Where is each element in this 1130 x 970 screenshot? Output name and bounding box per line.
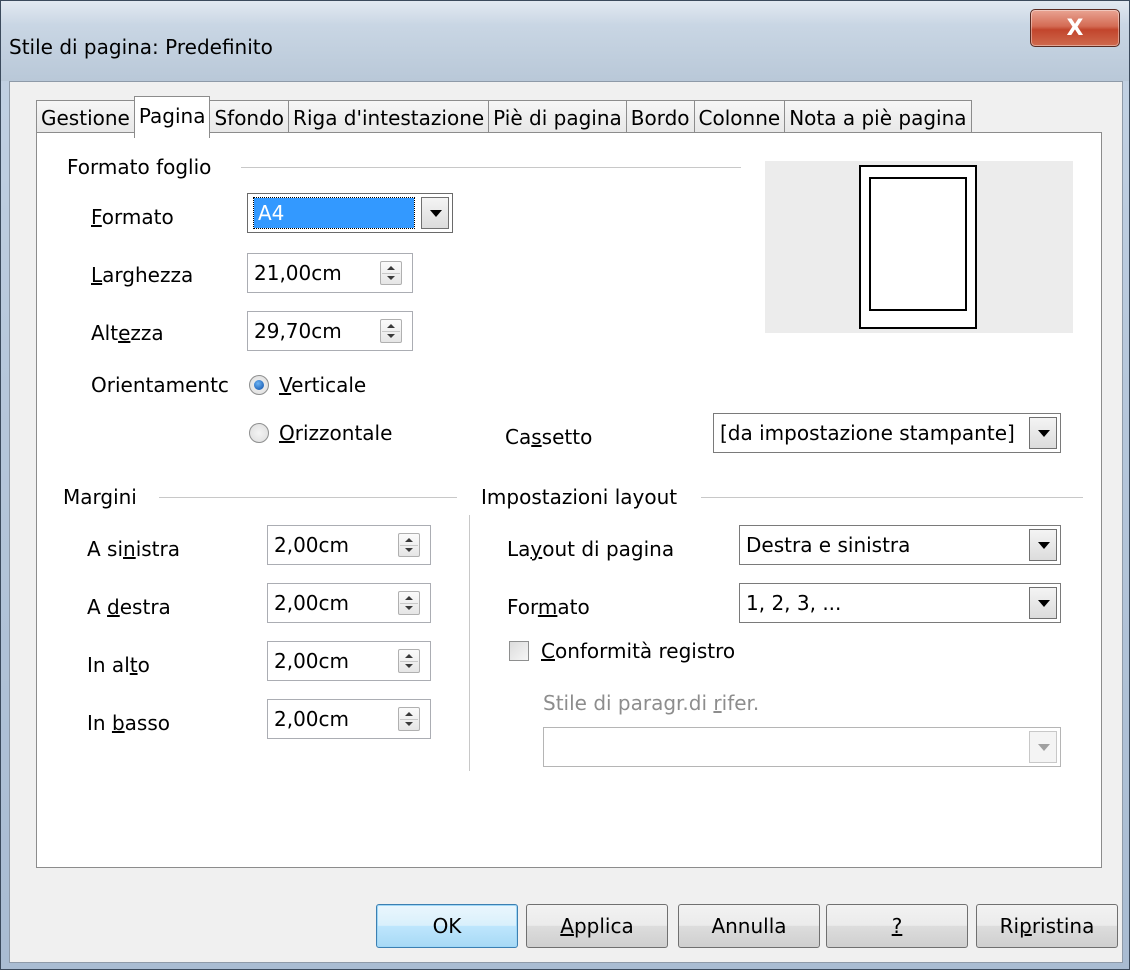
height-value: 29,70cm xyxy=(254,319,342,343)
register-true-label[interactable]: Conformità registro xyxy=(541,639,735,663)
orientation-label: Orientamentc xyxy=(91,373,229,397)
page-layout-select[interactable]: Destra e sinistra xyxy=(739,525,1061,565)
page-layout-label: Layout di pagina xyxy=(507,537,675,561)
width-label: Larghezza xyxy=(91,263,194,287)
tab-riga-intestazione[interactable]: Riga d'intestazione xyxy=(288,100,490,136)
height-spinner[interactable] xyxy=(380,319,402,343)
help-button[interactable]: ? xyxy=(826,904,968,948)
reset-button[interactable]: Ripristina xyxy=(976,904,1118,948)
group-divider xyxy=(701,497,1083,498)
chevron-down-icon[interactable] xyxy=(1029,587,1057,619)
tray-select[interactable]: [da impostazione stampante] xyxy=(713,413,1061,453)
height-label: Altezza xyxy=(91,321,164,345)
numbering-format-select[interactable]: 1, 2, 3, ... xyxy=(739,583,1061,623)
group-divider xyxy=(241,167,741,168)
chevron-down-icon[interactable] xyxy=(1029,731,1057,763)
margin-left-spinner[interactable] xyxy=(398,533,420,557)
dialog-window: Stile di pagina: Predefinito X Gestione … xyxy=(0,0,1130,970)
register-true-checkbox[interactable] xyxy=(509,641,529,661)
tab-page-pagina: Formato foglio Formato A4 Larghezza 21,0… xyxy=(36,132,1102,868)
tab-gestione[interactable]: Gestione xyxy=(36,100,135,136)
chevron-down-icon[interactable] xyxy=(421,197,449,229)
title-bar[interactable]: Stile di pagina: Predefinito X xyxy=(1,1,1129,81)
width-field[interactable]: 21,00cm xyxy=(247,253,413,293)
layout-group-label: Impostazioni layout xyxy=(481,485,678,509)
reference-style-select[interactable] xyxy=(543,727,1061,767)
margin-top-value: 2,00cm xyxy=(274,649,350,673)
portrait-radio[interactable] xyxy=(249,375,269,395)
tray-label: Cassetto xyxy=(505,425,593,449)
margin-right-label: A destra xyxy=(87,595,171,619)
tab-sfondo[interactable]: Sfondo xyxy=(209,100,290,136)
group-divider xyxy=(159,497,457,498)
paper-format-group-label: Formato foglio xyxy=(67,155,212,179)
tab-nota-pie-pagina[interactable]: Nota a piè pagina xyxy=(784,100,972,136)
margin-bottom-spinner[interactable] xyxy=(398,707,420,731)
margin-left-label: A sinistra xyxy=(87,537,180,561)
format-select[interactable]: A4 xyxy=(247,193,453,233)
page-preview xyxy=(765,161,1073,333)
margin-bottom-value: 2,00cm xyxy=(274,707,350,731)
numbering-format-label: Formato xyxy=(507,595,590,619)
margin-right-field[interactable]: 2,00cm xyxy=(267,583,431,623)
margins-group-label: Margini xyxy=(63,485,137,509)
tab-pagina[interactable]: Pagina xyxy=(133,96,211,138)
section-divider xyxy=(469,515,470,771)
dialog-client: Gestione Pagina Sfondo Riga d'intestazio… xyxy=(9,81,1123,963)
tab-strip: Gestione Pagina Sfondo Riga d'intestazio… xyxy=(36,96,972,138)
ok-button[interactable]: OK xyxy=(376,904,518,948)
tray-select-value: [da impostazione stampante] xyxy=(720,421,1015,445)
tab-bordo[interactable]: Bordo xyxy=(625,100,695,136)
format-label: Formato xyxy=(91,205,174,229)
margin-right-value: 2,00cm xyxy=(274,591,350,615)
window-title: Stile di pagina: Predefinito xyxy=(9,35,273,59)
landscape-radio[interactable] xyxy=(249,423,269,443)
margin-top-spinner[interactable] xyxy=(398,649,420,673)
tab-pie-di-pagina[interactable]: Piè di pagina xyxy=(488,100,627,136)
reference-style-label: Stile di paragr.di rifer. xyxy=(543,691,760,715)
chevron-down-icon[interactable] xyxy=(1029,417,1057,449)
page-layout-select-value: Destra e sinistra xyxy=(746,533,911,557)
preview-page-icon xyxy=(859,165,977,329)
close-icon: X xyxy=(1066,15,1084,41)
landscape-label[interactable]: Orizzontale xyxy=(279,421,392,445)
width-spinner[interactable] xyxy=(380,261,402,285)
close-button[interactable]: X xyxy=(1030,9,1120,47)
margin-top-field[interactable]: 2,00cm xyxy=(267,641,431,681)
margin-left-field[interactable]: 2,00cm xyxy=(267,525,431,565)
cancel-button[interactable]: Annulla xyxy=(678,904,820,948)
margin-bottom-field[interactable]: 2,00cm xyxy=(267,699,431,739)
height-field[interactable]: 29,70cm xyxy=(247,311,413,351)
portrait-label[interactable]: Verticale xyxy=(279,373,366,397)
width-value: 21,00cm xyxy=(254,261,342,285)
tab-colonne[interactable]: Colonne xyxy=(693,100,786,136)
margin-right-spinner[interactable] xyxy=(398,591,420,615)
numbering-format-select-value: 1, 2, 3, ... xyxy=(746,591,842,615)
preview-content-area xyxy=(869,177,967,311)
format-select-value: A4 xyxy=(253,197,415,229)
chevron-down-icon[interactable] xyxy=(1029,529,1057,561)
margin-bottom-label: In basso xyxy=(87,711,170,735)
apply-button[interactable]: Applica xyxy=(526,904,668,948)
margin-left-value: 2,00cm xyxy=(274,533,350,557)
margin-top-label: In alto xyxy=(87,653,150,677)
